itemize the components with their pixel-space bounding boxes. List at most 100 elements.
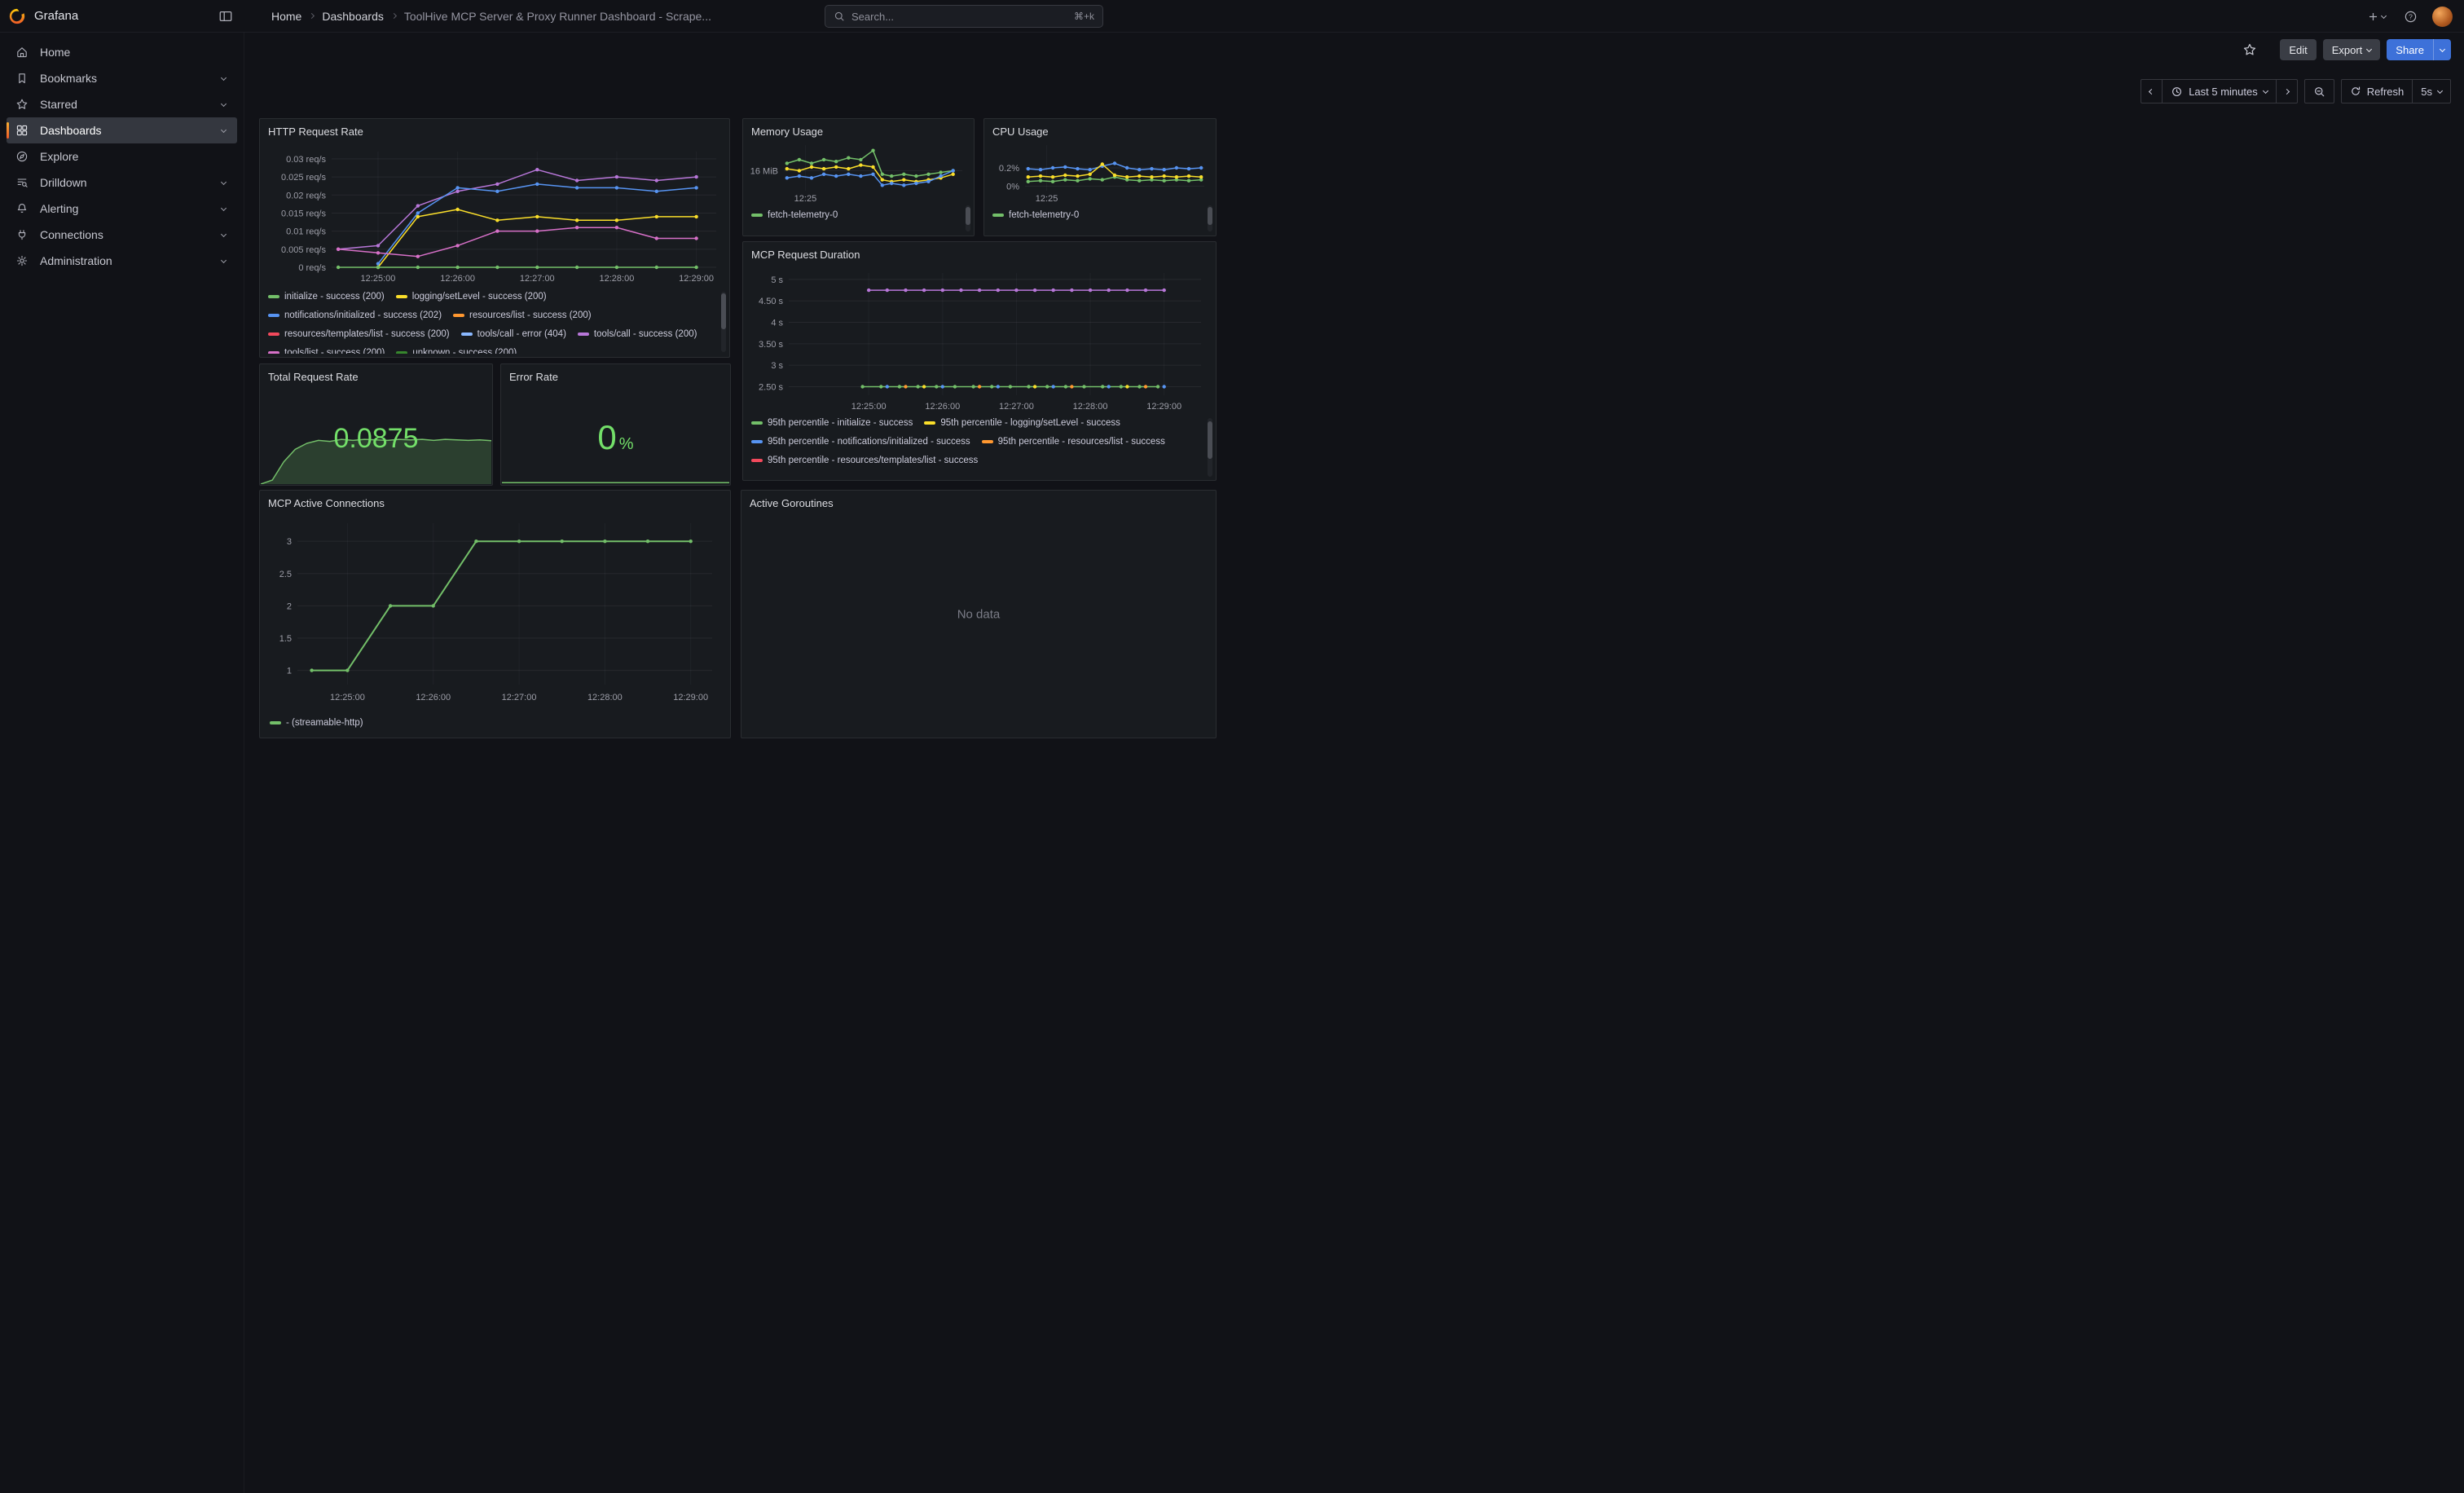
http-legend: initialize - success (200) logging/setLev… <box>268 290 715 354</box>
svg-text:0.02 req/s: 0.02 req/s <box>286 191 326 200</box>
chevron-down-icon[interactable] <box>218 205 229 214</box>
legend-item[interactable]: resources/templates/list - success (200) <box>268 328 450 341</box>
grafana-logo[interactable] <box>8 7 26 25</box>
legend-scrollbar[interactable] <box>1208 205 1212 231</box>
svg-text:12:27:00: 12:27:00 <box>999 402 1034 412</box>
refresh-interval-picker[interactable]: 5s <box>2412 79 2451 103</box>
legend-scrollbar[interactable] <box>966 205 970 231</box>
panel-title[interactable]: Error Rate <box>501 364 730 387</box>
sidebar-item-explore[interactable]: Explore <box>7 143 237 170</box>
time-range-picker[interactable]: Last 5 minutes <box>2162 79 2277 103</box>
home-icon <box>15 46 29 59</box>
sidebar-toggle-button[interactable] <box>215 6 236 27</box>
search-bar[interactable]: ⌘+k <box>825 5 1103 28</box>
legend-item[interactable]: 95th percentile - logging/setLevel - suc… <box>924 416 1120 429</box>
share-button[interactable]: Share <box>2387 39 2433 60</box>
help-button[interactable]: ? <box>2400 7 2421 27</box>
panel-title[interactable]: Total Request Rate <box>260 364 492 387</box>
sidebar-item-starred[interactable]: Starred <box>7 91 237 117</box>
legend-item[interactable]: - (streamable-http) <box>270 716 363 729</box>
sidebar-item-administration[interactable]: Administration <box>7 248 237 274</box>
panel-title[interactable]: Memory Usage <box>743 119 974 142</box>
sidebar-item-bookmarks[interactable]: Bookmarks <box>7 65 237 91</box>
chevron-right-icon <box>2284 88 2290 94</box>
chevron-down-icon <box>2366 46 2372 51</box>
legend-item[interactable]: notifications/initialized - success (202… <box>268 309 442 322</box>
memory-usage-chart[interactable]: 16 MiB12:25 <box>746 140 967 204</box>
legend-item[interactable]: logging/setLevel - success (200) <box>396 290 547 303</box>
chevron-down-icon[interactable] <box>218 231 229 240</box>
star-icon <box>2242 42 2257 57</box>
legend-swatch <box>268 295 279 298</box>
chevron-down-icon[interactable] <box>218 257 229 266</box>
scrollbar-thumb[interactable] <box>721 293 726 329</box>
chevron-down-icon[interactable] <box>218 126 229 135</box>
share-menu-button[interactable] <box>2433 39 2451 60</box>
legend-item[interactable]: 95th percentile - resources/templates/li… <box>751 454 978 467</box>
legend-swatch <box>268 314 279 317</box>
dashboard-actions: Edit Export Share <box>2239 39 2451 60</box>
time-shift-forward-button[interactable] <box>2276 79 2298 103</box>
legend-scrollbar[interactable] <box>721 292 726 352</box>
nav-left: Grafana <box>0 6 244 27</box>
panel-title[interactable]: MCP Request Duration <box>743 242 1216 265</box>
refresh-button[interactable]: Refresh <box>2341 79 2413 103</box>
legend-scrollbar[interactable] <box>1208 418 1212 477</box>
panel-active-goroutines: Active Goroutines No data <box>741 490 1217 738</box>
svg-text:12:29:00: 12:29:00 <box>1146 402 1181 412</box>
legend-item[interactable]: resources/list - success (200) <box>453 309 592 322</box>
sidebar-item-drilldown[interactable]: Drilldown <box>7 170 237 196</box>
legend-label: 95th percentile - notifications/initiali… <box>768 437 970 447</box>
chevron-down-icon[interactable] <box>218 74 229 83</box>
legend-label: tools/call - success (200) <box>594 329 697 339</box>
svg-text:12:28:00: 12:28:00 <box>600 274 635 284</box>
search-input[interactable] <box>851 11 1067 23</box>
scrollbar-thumb[interactable] <box>1208 421 1212 459</box>
panel-title[interactable]: Active Goroutines <box>741 491 1216 513</box>
panel-title[interactable]: MCP Active Connections <box>260 491 730 513</box>
legend-item[interactable]: tools/call - success (200) <box>578 328 697 341</box>
edit-button[interactable]: Edit <box>2280 39 2316 60</box>
chevron-down-icon[interactable] <box>218 100 229 109</box>
zoom-out-button[interactable] <box>2304 79 2334 103</box>
svg-text:4.50 s: 4.50 s <box>759 297 783 306</box>
legend-item[interactable]: 95th percentile - notifications/initiali… <box>751 435 970 448</box>
scrollbar-thumb[interactable] <box>966 207 970 225</box>
legend-item[interactable]: 95th percentile - initialize - success <box>751 416 913 429</box>
scrollbar-thumb[interactable] <box>1208 207 1212 225</box>
user-avatar[interactable] <box>2432 7 2453 27</box>
svg-text:0%: 0% <box>1006 182 1019 192</box>
sidebar-item-home[interactable]: Home <box>7 39 237 65</box>
cpu-usage-chart[interactable]: 0%0.2%12:25 <box>988 140 1209 204</box>
legend-item[interactable]: fetch-telemetry-0 <box>992 209 1079 222</box>
favorite-star-button[interactable] <box>2239 39 2260 60</box>
legend-item[interactable]: tools/call - error (404) <box>461 328 566 341</box>
active-indicator <box>7 122 9 139</box>
sidebar-item-label: Home <box>40 46 70 59</box>
legend-item[interactable]: unknown - success (200) <box>396 346 517 354</box>
sidebar-item-connections[interactable]: Connections <box>7 222 237 248</box>
sidebar-item-label: Starred <box>40 98 77 111</box>
chevron-down-icon[interactable] <box>218 178 229 187</box>
breadcrumb-home[interactable]: Home <box>271 10 301 23</box>
legend-item[interactable]: fetch-telemetry-0 <box>751 209 838 222</box>
new-menu-button[interactable] <box>2364 7 2389 26</box>
zoom-out-icon <box>2313 86 2325 98</box>
breadcrumb-dashboards[interactable]: Dashboards <box>322 10 384 23</box>
mcp-request-duration-chart[interactable]: 2.50 s3 s3.50 s4 s4.50 s5 s12:25:0012:26… <box>748 266 1208 412</box>
legend-item[interactable]: 95th percentile - resources/list - succe… <box>982 435 1165 448</box>
legend-swatch <box>461 333 473 336</box>
panel-title[interactable]: CPU Usage <box>984 119 1216 142</box>
legend-item[interactable]: initialize - success (200) <box>268 290 385 303</box>
sidebar-item-dashboards[interactable]: Dashboards <box>7 117 237 143</box>
time-shift-back-button[interactable] <box>2141 79 2163 103</box>
legend-swatch <box>396 295 407 298</box>
legend-item[interactable]: tools/list - success (200) <box>268 346 385 354</box>
sidebar: Home Bookmarks Starred Dashboards Explor… <box>0 33 244 1493</box>
svg-text:1: 1 <box>287 667 292 676</box>
http-request-rate-chart[interactable]: 0 req/s0.005 req/s0.01 req/s0.015 req/s0… <box>265 143 723 284</box>
panel-title[interactable]: HTTP Request Rate <box>260 119 729 142</box>
export-button[interactable]: Export <box>2323 39 2381 60</box>
sidebar-item-alerting[interactable]: Alerting <box>7 196 237 222</box>
mcp-active-connections-chart[interactable]: 11.522.5312:25:0012:26:0012:27:0012:28:0… <box>265 517 720 702</box>
